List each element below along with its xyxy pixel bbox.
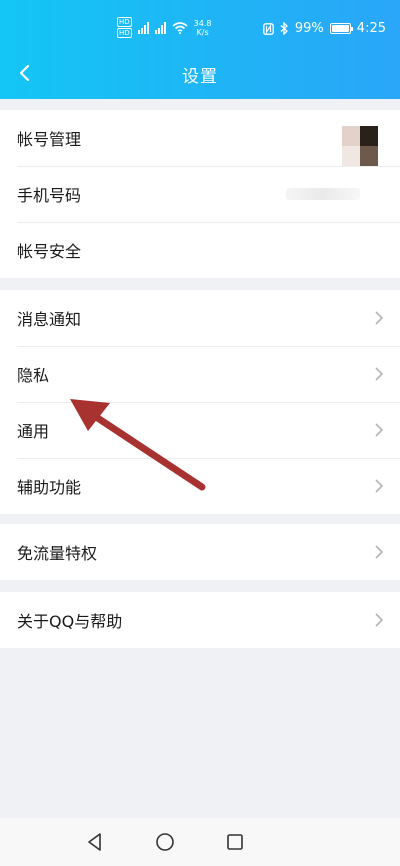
nfc-icon [263, 22, 274, 35]
chevron-right-icon [375, 311, 384, 325]
back-triangle-icon[interactable] [84, 831, 106, 853]
chevron-right-icon [375, 613, 384, 627]
battery-icon [329, 23, 353, 34]
avatar [342, 126, 378, 166]
signal-strength-icon [137, 21, 149, 34]
settings-item-label: 帐号管理 [17, 130, 82, 149]
settings-item-phone-number[interactable]: 手机号码 [0, 166, 400, 222]
settings-item-general[interactable]: 通用 [0, 402, 400, 458]
status-bar-right: 99% 4:25 [263, 21, 386, 36]
settings-group-account: 帐号管理 手机号码 帐号安全 [0, 110, 400, 278]
status-bar: HD HD 34.8 K/s 99% 4:25 [0, 14, 400, 44]
settings-item-account-management[interactable]: 帐号管理 [0, 110, 400, 166]
settings-item-label: 手机号码 [17, 186, 82, 205]
chevron-right-icon [375, 479, 384, 493]
settings-item-label: 辅助功能 [17, 478, 82, 497]
app-header: HD HD 34.8 K/s 99% 4:25 设置 [0, 0, 400, 99]
recents-square-icon[interactable] [224, 831, 246, 853]
hd-badge: HD [117, 28, 132, 38]
battery-percent: 99% [294, 21, 324, 36]
settings-item-accessibility[interactable]: 辅助功能 [0, 458, 400, 514]
chevron-right-icon [375, 423, 384, 437]
blurred-phone-number [286, 188, 360, 200]
settings-group-data-privilege: 免流量特权 [0, 524, 400, 580]
navigation-bar [0, 818, 400, 866]
page-title: 设置 [182, 67, 218, 87]
network-speed-unit: K/s [196, 27, 209, 37]
settings-item-label: 隐私 [17, 366, 50, 385]
status-bar-left: HD HD 34.8 K/s [117, 17, 211, 38]
settings-item-account-security[interactable]: 帐号安全 [0, 222, 400, 278]
settings-item-label: 帐号安全 [17, 242, 82, 261]
settings-item-privacy[interactable]: 隐私 [0, 346, 400, 402]
settings-group-general: 消息通知 隐私 通用 辅助功能 [0, 290, 400, 514]
home-circle-icon[interactable] [154, 831, 176, 853]
network-speed-value: 34.8 [193, 18, 212, 28]
hd-badges: HD HD [117, 17, 132, 38]
settings-item-label: 消息通知 [17, 310, 82, 329]
settings-item-label: 免流量特权 [17, 544, 98, 563]
bluetooth-icon [280, 22, 288, 35]
settings-item-label: 关于QQ与帮助 [17, 612, 123, 631]
wifi-icon [172, 21, 188, 34]
settings-item-notifications[interactable]: 消息通知 [0, 290, 400, 346]
signal-strength-icon [154, 21, 166, 34]
chevron-right-icon [375, 545, 384, 559]
settings-item-free-data[interactable]: 免流量特权 [0, 524, 400, 580]
settings-item-label: 通用 [17, 422, 50, 441]
chevron-right-icon [375, 367, 384, 381]
clock: 4:25 [356, 21, 386, 36]
network-speed: 34.8 K/s [194, 19, 212, 37]
settings-group-about: 关于QQ与帮助 [0, 592, 400, 648]
hd-badge: HD [117, 17, 132, 27]
settings-item-about-help[interactable]: 关于QQ与帮助 [0, 592, 400, 648]
